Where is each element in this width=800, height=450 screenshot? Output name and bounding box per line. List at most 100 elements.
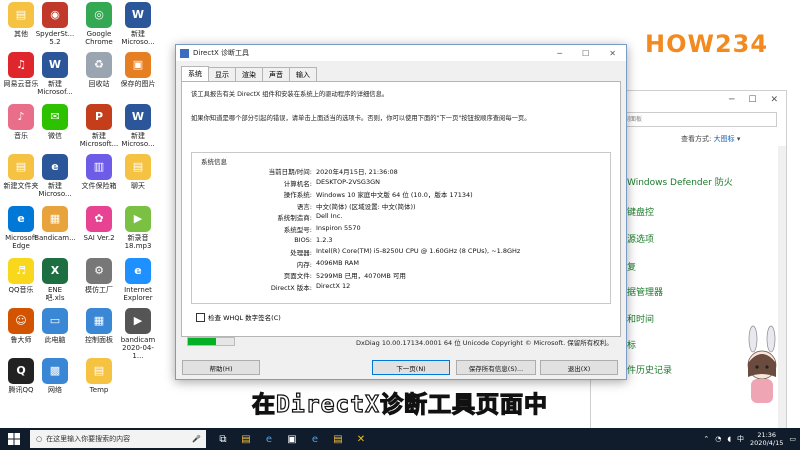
desktop-icon[interactable]: ⚙ 模仿工厂: [78, 258, 120, 294]
app-icon: e: [8, 206, 34, 232]
folder-icon[interactable]: ▤: [331, 432, 345, 446]
desktop-icon[interactable]: ✉ 微信: [34, 104, 76, 140]
start-button[interactable]: [0, 428, 28, 450]
control-panel-link[interactable]: 键盘控: [627, 205, 654, 218]
control-panel-search-input[interactable]: 搜索控制面板: [601, 112, 777, 127]
view-by-value[interactable]: 大图标: [714, 135, 735, 143]
system-info-group: 系统信息 当前日期/时间: 2020年4月15日, 21:36:08 计算机名: DE…: [191, 152, 611, 304]
desktop-icon[interactable]: ▦ Bandicam...: [34, 206, 76, 242]
app-icon: ▤: [8, 2, 34, 28]
notification-icon[interactable]: ▭: [789, 435, 796, 443]
whql-checkbox[interactable]: [196, 312, 205, 322]
dialog-tab[interactable]: 系统: [181, 66, 209, 82]
view-by-label: 查看方式:: [681, 135, 712, 143]
control-panel-link[interactable]: 件历史记录: [627, 363, 672, 376]
progress-fill: [188, 338, 216, 345]
tray-up-arrow-icon[interactable]: ⌃: [703, 435, 709, 443]
system-info-key: 语言:: [296, 202, 312, 211]
desktop-icon-label: SAI Ver.2: [83, 234, 115, 242]
app-icon: e: [42, 154, 68, 180]
help-button[interactable]: 帮助(H): [182, 360, 260, 375]
system-tray: ⌃ ◔ ◖ 中 21:36 2020/4/15 ▭: [703, 431, 800, 447]
ie-icon[interactable]: e: [308, 432, 322, 446]
taskbar-search-box[interactable]: ○ 在这里输入你要搜索的内容 🎤: [30, 430, 206, 448]
desktop-icon[interactable]: W 新建 Microso...: [117, 2, 159, 46]
system-info-key: DirectX 版本:: [270, 284, 312, 292]
windows-logo-icon: [8, 433, 20, 445]
directx-icon: [180, 48, 189, 58]
system-info-value: Dell Inc.: [316, 212, 343, 221]
system-info-row: 操作系统: Windows 10 家庭中文版 64 位 (10.0，版本 1713…: [132, 189, 473, 199]
app-icon: ✿: [86, 206, 112, 232]
whql-label: 检查 WHQL 数字签名(C): [208, 314, 281, 322]
view-by-selector[interactable]: 查看方式: 大图标 ▾: [681, 134, 740, 144]
app-icon: ▤: [8, 154, 34, 180]
minimize-icon[interactable]: ─: [729, 95, 734, 105]
whql-check[interactable]: 检查 WHQL 数字签名(C): [196, 312, 281, 322]
desktop-icon[interactable]: ✿ SAI Ver.2: [78, 206, 120, 242]
app-icon: P: [86, 104, 112, 130]
system-info-key: 处理器:: [290, 249, 312, 258]
close-icon[interactable]: ✕: [609, 49, 616, 58]
app-icon: W: [42, 52, 68, 78]
desktop-icon-label: Google Chrome: [85, 30, 113, 46]
maximize-icon[interactable]: ☐: [582, 49, 589, 58]
system-info-row: BIOS: 1.2.3: [132, 235, 332, 244]
desktop-icon[interactable]: e 新建 Microso...: [34, 154, 76, 198]
app-icon: ▶: [125, 308, 151, 334]
app-icon: ☺: [8, 308, 34, 334]
directx-taskbar-icon[interactable]: ✕: [354, 432, 368, 446]
desktop-icon[interactable]: ▦ 控制面板: [78, 308, 120, 344]
system-info-row: 处理器: Intel(R) Core(TM) i5-8250U CPU @ 1.6…: [132, 247, 520, 257]
ime-indicator[interactable]: 中: [737, 434, 744, 444]
control-panel-link[interactable]: 和时间: [627, 312, 654, 325]
microphone-icon[interactable]: 🎤: [192, 435, 206, 443]
desktop-icon[interactable]: ▭ 此电脑: [34, 308, 76, 344]
volume-icon[interactable]: ◖: [727, 435, 731, 443]
system-info-key: 系统制造商:: [277, 214, 312, 223]
desktop-icon[interactable]: ♻ 回收站: [78, 52, 120, 88]
desktop-icon[interactable]: ▥ 文件保险箱: [78, 154, 120, 190]
desktop: ▤ 其他 ◉ SpyderSt... 5.2 ◎ Google Chrome W 新建 Mic…: [0, 0, 800, 430]
intro-text-2: 如果你知道是哪个部分引起的错误，请单击上面适当的选项卡。否则，你可以使用下面的"…: [191, 115, 531, 122]
dialog-titlebar: DirectX 诊断工具 ─ ☐ ✕: [176, 45, 626, 61]
network-icon[interactable]: ◔: [715, 435, 721, 443]
control-panel-link[interactable]: 据管理器: [627, 285, 663, 298]
edge-icon[interactable]: e: [262, 432, 276, 446]
taskbar-clock[interactable]: 21:36 2020/4/15: [750, 431, 783, 447]
directx-diagnostic-dialog[interactable]: DirectX 诊断工具 ─ ☐ ✕ 系统 显示 渲染 声音 输入 该工具报告有关 Di…: [175, 44, 627, 380]
task-view-icon[interactable]: ⧉: [216, 432, 230, 446]
desktop-icon-label: 新建 Microso...: [38, 182, 72, 198]
desktop-icon-label: ENE 吧.xls: [45, 286, 65, 302]
desktop-icon[interactable]: P 新建 Microsoft...: [78, 104, 120, 148]
maximize-icon[interactable]: ☐: [748, 95, 756, 105]
desktop-icon[interactable]: ◎ Google Chrome: [78, 2, 120, 46]
app-icon: Q: [8, 358, 34, 384]
system-info-value: Intel(R) Core(TM) i5-8250U CPU @ 1.60GHz…: [316, 247, 521, 256]
desktop-icon[interactable]: ▶ bandicam 2020-04-1...: [117, 308, 159, 360]
control-panel-link[interactable]: 标: [627, 338, 636, 351]
control-panel-link[interactable]: 源选项: [627, 232, 654, 245]
file-explorer-icon[interactable]: ▤: [239, 432, 253, 446]
close-icon[interactable]: ✕: [770, 95, 778, 105]
control-panel-link[interactable]: 复: [627, 260, 636, 273]
app-icon: W: [125, 2, 151, 28]
exit-button[interactable]: 退出(X): [540, 360, 618, 375]
app-icon: X: [42, 258, 68, 284]
video-app-icon[interactable]: ▣: [285, 432, 299, 446]
system-info-row: 页面文件: 5299MB 已用，4070MB 可用: [132, 270, 406, 280]
app-icon: ▦: [86, 308, 112, 334]
desktop-icon[interactable]: ◉ SpyderSt... 5.2: [34, 2, 76, 46]
system-info-key: BIOS:: [294, 235, 312, 244]
minimize-icon[interactable]: ─: [557, 49, 562, 58]
next-page-button[interactable]: 下一页(N): [372, 360, 450, 375]
desktop-icon[interactable]: W 新建 Microsof...: [34, 52, 76, 96]
search-icon: ○: [36, 435, 43, 443]
app-icon: W: [125, 104, 151, 130]
desktop-icon[interactable]: ▣ 保存的图片: [117, 52, 159, 88]
desktop-icon[interactable]: X ENE 吧.xls: [34, 258, 76, 302]
app-icon: ✉: [42, 104, 68, 130]
desktop-icon[interactable]: W 新建 Microso...: [117, 104, 159, 148]
control-panel-link[interactable]: Windows Defender 防火: [627, 175, 733, 188]
save-all-info-button[interactable]: 保存所有信息(S)...: [456, 360, 536, 375]
